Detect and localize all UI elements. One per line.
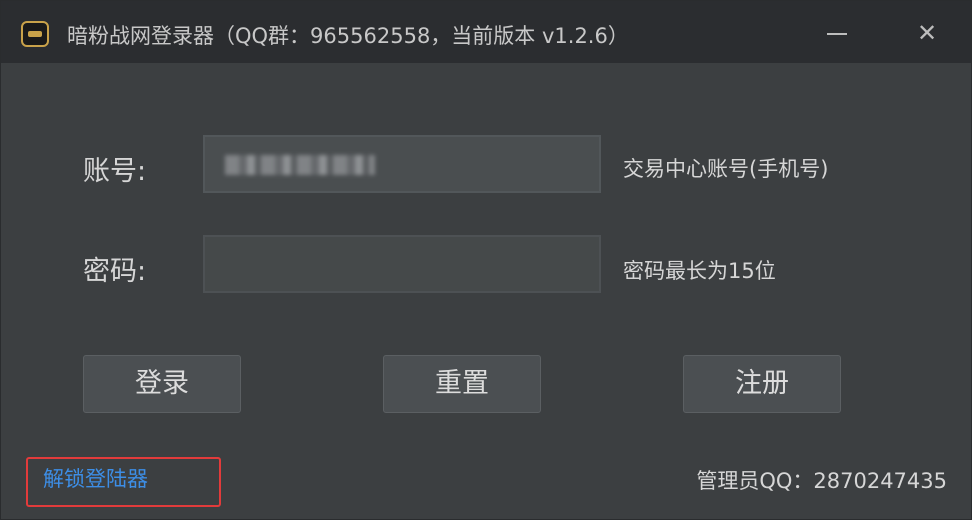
account-input[interactable] — [203, 135, 601, 193]
account-hint: 交易中心账号(手机号) — [623, 157, 829, 181]
minimize-button[interactable] — [817, 17, 857, 49]
admin-qq-text: 管理员QQ：2870247435 — [696, 469, 947, 493]
account-value-masked — [225, 155, 375, 175]
password-input[interactable] — [203, 235, 601, 293]
window-title: 暗粉战网登录器（QQ群：965562558，当前版本 v1.2.6） — [67, 24, 629, 48]
login-button[interactable]: 登录 — [83, 355, 241, 413]
title-bar[interactable]: 暗粉战网登录器（QQ群：965562558，当前版本 v1.2.6） ✕ — [1, 1, 971, 63]
account-label: 账号: — [83, 156, 147, 187]
close-button[interactable]: ✕ — [907, 17, 947, 49]
password-hint: 密码最长为15位 — [623, 259, 776, 283]
register-button[interactable]: 注册 — [683, 355, 841, 413]
reset-button[interactable]: 重置 — [383, 355, 541, 413]
login-window: 暗粉战网登录器（QQ群：965562558，当前版本 v1.2.6） ✕ 账号:… — [0, 0, 972, 520]
password-label: 密码: — [83, 256, 147, 287]
minimize-icon — [827, 33, 847, 35]
unlock-launcher-link[interactable]: 解锁登陆器 — [43, 463, 148, 493]
app-logo-icon — [21, 21, 49, 47]
